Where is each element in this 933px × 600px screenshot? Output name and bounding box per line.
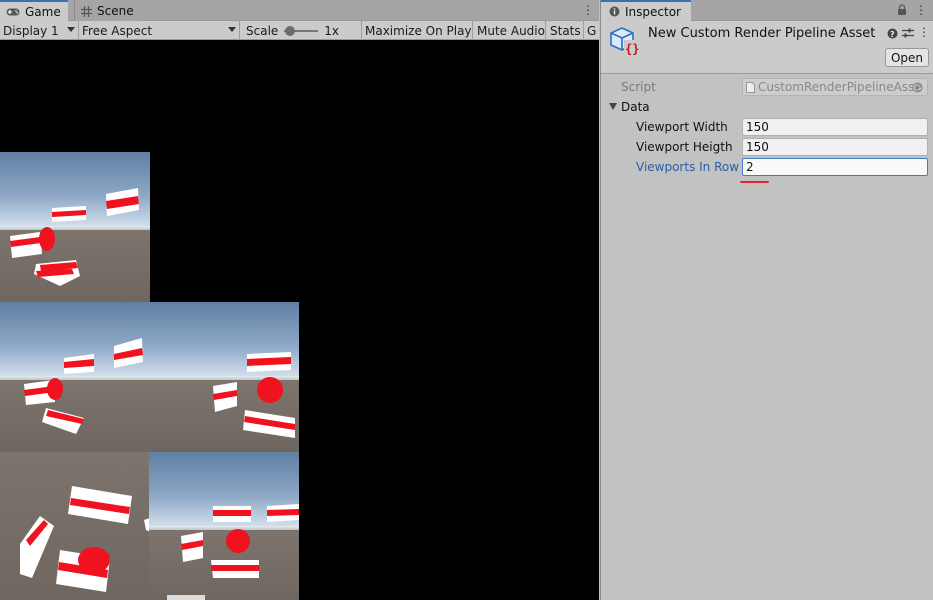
gizmos-dropdown[interactable]: G <box>584 21 599 40</box>
game-panel: Game Scene ⋮ Display 1 Free Aspect Scale… <box>0 0 599 600</box>
kebab-menu-icon[interactable]: ⋮ <box>918 26 930 38</box>
scriptable-object-icon: {} <box>610 27 639 56</box>
tab-inspector-label: Inspector <box>625 4 681 19</box>
mute-audio-label: Mute Audio <box>477 23 545 38</box>
maximize-on-play-label: Maximize On Play <box>365 23 472 38</box>
aspect-label: Free Aspect <box>82 23 153 38</box>
svg-text:?: ? <box>890 30 895 39</box>
script-value: CustomRenderPipelineAsse <box>758 80 922 94</box>
preset-sliders-icon[interactable] <box>902 27 914 39</box>
script-file-icon <box>746 81 755 93</box>
gizmos-label: G <box>587 23 597 38</box>
viewport-width-label: Viewport Width <box>636 120 728 134</box>
script-field[interactable]: CustomRenderPipelineAsse <box>742 78 928 96</box>
game-tabbar: Game Scene ⋮ <box>0 0 599 21</box>
tab-scene[interactable]: Scene <box>74 1 141 21</box>
maximize-on-play-toggle[interactable]: Maximize On Play <box>362 21 473 40</box>
script-label: Script <box>621 80 656 94</box>
tab-scene-label: Scene <box>97 4 134 18</box>
annotation-underline <box>740 181 769 183</box>
lock-icon[interactable] <box>897 4 907 16</box>
data-foldout[interactable]: Data <box>601 98 933 118</box>
scale-label: Scale <box>246 23 279 38</box>
viewport-1 <box>0 152 150 302</box>
tab-game[interactable]: Game <box>0 0 68 21</box>
viewport-2 <box>0 302 150 452</box>
viewport-height-field[interactable] <box>742 138 928 156</box>
kebab-menu-icon[interactable]: ⋮ <box>915 4 927 16</box>
viewport-height-label: Viewport Heigth <box>636 140 733 154</box>
mute-audio-toggle[interactable]: Mute Audio <box>473 21 546 40</box>
chevron-down-icon <box>67 27 75 32</box>
scene-objects <box>24 338 143 434</box>
scene-objects <box>10 188 139 286</box>
viewport-width-field[interactable] <box>742 118 928 136</box>
script-row: Script CustomRenderPipelineAsse <box>601 78 933 98</box>
viewport-4 <box>0 452 150 600</box>
scene-objects <box>167 504 299 600</box>
info-icon <box>609 6 620 17</box>
svg-text:{}: {} <box>625 42 639 56</box>
help-icon[interactable]: ? <box>887 28 898 39</box>
viewport-5 <box>149 452 299 600</box>
foldout-triangle-icon[interactable] <box>609 103 617 110</box>
stats-label: Stats <box>550 23 581 38</box>
viewports-in-row-field[interactable] <box>742 158 928 176</box>
game-view[interactable] <box>0 41 599 600</box>
viewports-in-row-row: Viewports In Row <box>601 158 933 178</box>
asset-title: New Custom Render Pipeline Asset ( <box>648 26 880 41</box>
data-section-label: Data <box>621 100 650 114</box>
grid-icon <box>81 5 92 17</box>
scale-control: Scale 1x <box>240 21 362 40</box>
scene-objects <box>20 486 150 592</box>
scale-slider-thumb[interactable] <box>285 25 296 36</box>
viewport-width-row: Viewport Width <box>601 118 933 138</box>
gamepad-icon <box>6 8 20 15</box>
game-toolbar: Display 1 Free Aspect Scale 1x Maximize … <box>0 21 599 40</box>
aspect-dropdown[interactable]: Free Aspect <box>79 21 240 40</box>
inspector-panel: Inspector ⋮ {} New Custom Render Pipelin… <box>600 0 933 600</box>
stats-toggle[interactable]: Stats <box>546 21 584 40</box>
chevron-down-icon <box>228 27 236 32</box>
display-label: Display 1 <box>3 23 59 38</box>
kebab-menu-icon[interactable]: ⋮ <box>582 4 594 16</box>
scale-slider[interactable] <box>284 25 319 36</box>
viewport-height-row: Viewport Heigth <box>601 138 933 158</box>
display-dropdown[interactable]: Display 1 <box>0 21 79 40</box>
viewport-3 <box>149 302 299 452</box>
viewports-in-row-label: Viewports In Row <box>636 160 740 174</box>
tab-inspector[interactable]: Inspector <box>601 0 691 21</box>
object-picker-icon[interactable] <box>912 82 923 93</box>
inspector-header: {} New Custom Render Pipeline Asset ( ? … <box>601 21 933 74</box>
scale-value: 1x <box>324 23 340 38</box>
scene-objects <box>213 352 295 438</box>
inspector-tabbar: Inspector ⋮ <box>601 0 933 21</box>
tab-game-label: Game <box>25 4 61 19</box>
open-button[interactable]: Open <box>885 48 929 67</box>
